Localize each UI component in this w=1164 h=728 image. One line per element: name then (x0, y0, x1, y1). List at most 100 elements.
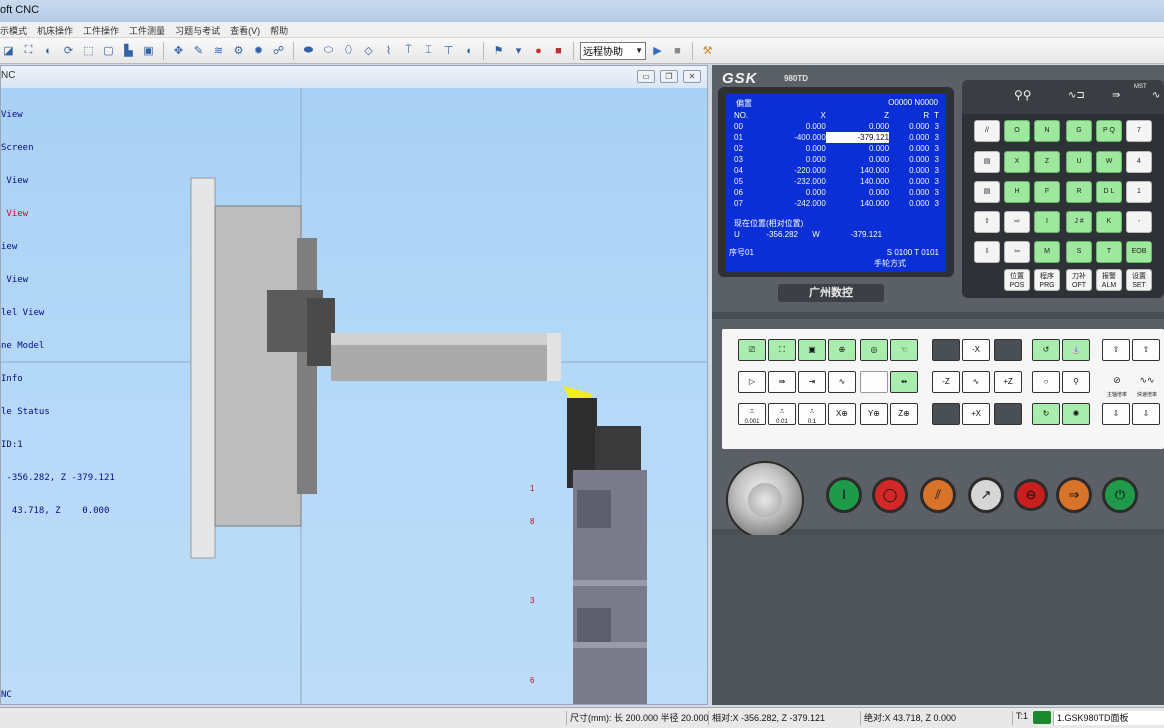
spindle-down-icon[interactable]: ⇩ (1102, 403, 1130, 425)
step-01-button[interactable]: ⎍ 0.1 (798, 403, 826, 425)
tool-shape-icon[interactable]: ⬬ (300, 42, 317, 59)
insert-icon[interactable]: ▤ (974, 151, 1000, 173)
tool-shape-icon[interactable]: ◖ (460, 42, 477, 59)
chart-icon[interactable]: ▙ (120, 42, 137, 59)
single-block-icon[interactable]: ▷ (738, 371, 766, 393)
chevron-down-icon[interactable]: ▾ (510, 42, 527, 59)
menu-item[interactable]: 示模式 (0, 24, 27, 37)
down-arrow-icon[interactable]: ⇩ (974, 241, 1000, 263)
menu-item[interactable]: 帮助 (270, 24, 288, 37)
jog-minus-z[interactable]: -Z (932, 371, 960, 393)
prg-key[interactable]: 程序 PRG (1034, 269, 1060, 291)
step-0001-button[interactable]: ⎍ 0.001 (738, 403, 766, 425)
mdi-mode-icon[interactable]: ▣ (798, 339, 826, 361)
window-icon[interactable]: ▢ (100, 42, 117, 59)
probe-icon[interactable]: ☍ (270, 42, 287, 59)
tool-shape-icon[interactable]: ⊤ (440, 42, 457, 59)
key-4[interactable]: 4 (1126, 151, 1152, 173)
mst-lock-icon[interactable]: ∿ (828, 371, 856, 393)
key-w[interactable]: W (1096, 151, 1122, 173)
menu-item[interactable]: 工件测量 (129, 24, 165, 37)
3d-viewport[interactable]: View Screen View View iew View lel View … (1, 88, 707, 704)
blank-key[interactable] (994, 403, 1022, 425)
blank-key[interactable] (994, 339, 1022, 361)
key-u[interactable]: U (1066, 151, 1092, 173)
key-k[interactable]: K (1096, 211, 1122, 233)
play-icon[interactable]: ▶ (649, 42, 666, 59)
rotate-icon[interactable]: ◐ (40, 42, 57, 59)
restore-button[interactable]: ❐ (660, 70, 678, 83)
tool-change-icon[interactable]: ⚲ (1062, 371, 1090, 393)
blank-key[interactable] (860, 371, 888, 393)
key-z[interactable]: Z (1034, 151, 1060, 173)
stop-gray-icon[interactable]: ■ (669, 42, 686, 59)
tool-icon[interactable]: ⚙ (230, 42, 247, 59)
menu-item[interactable]: 机床操作 (37, 24, 73, 37)
tool-shape-icon[interactable]: ⌇ (380, 42, 397, 59)
cycle-start-button[interactable]: Ⅰ (826, 477, 862, 513)
close-button[interactable]: ✕ (683, 70, 701, 83)
jog-mode-icon[interactable]: ☜ (890, 339, 918, 361)
key-m[interactable]: M (1034, 241, 1060, 263)
measure-icon[interactable]: ✥ (170, 42, 187, 59)
select-icon[interactable]: ⬚ (80, 42, 97, 59)
blank-key[interactable] (932, 339, 960, 361)
spindle-up-icon[interactable]: ⇧ (1102, 339, 1130, 361)
tool-shape-icon[interactable]: ⬭ (320, 42, 337, 59)
menu-item[interactable]: 习题与考试 (175, 24, 220, 37)
key-pq[interactable]: P Q (1096, 120, 1122, 142)
feed-hold-button[interactable]: ◯ (872, 477, 908, 513)
key-dl[interactable]: D L (1096, 181, 1122, 203)
sun-icon[interactable]: ✹ (250, 42, 267, 59)
coolant-icon[interactable]: ≋ (210, 42, 227, 59)
gauge-button[interactable]: ↗ (968, 477, 1004, 513)
auto-mode-icon[interactable]: ⛶ (768, 339, 796, 361)
handwheel-knob[interactable] (726, 461, 804, 539)
rapid-down-icon[interactable]: ⇩ (1132, 403, 1160, 425)
key-o[interactable]: O (1004, 120, 1030, 142)
key-minus[interactable]: - (1126, 211, 1152, 233)
program-button[interactable]: ⇒ (1056, 477, 1092, 513)
handwheel-mode-icon[interactable]: ◎ (860, 339, 888, 361)
status-panel[interactable]: 1.GSK980TD面板 (1053, 711, 1164, 725)
jog-plus-z[interactable]: +Z (994, 371, 1022, 393)
tool-shape-icon[interactable]: ⌶ (420, 42, 437, 59)
z-axis-button[interactable]: Z⊕ (890, 403, 918, 425)
dropdown-tool-icon[interactable]: ⚑ (490, 42, 507, 59)
key-1[interactable]: 1 (1126, 181, 1152, 203)
pos-key[interactable]: 位置 POS (1004, 269, 1030, 291)
key-i[interactable]: I (1034, 211, 1060, 233)
alm-key[interactable]: 报警 ALM (1096, 269, 1122, 291)
step-001-button[interactable]: ⎍ 0.01 (768, 403, 796, 425)
key-r[interactable]: R (1066, 181, 1092, 203)
key-h[interactable]: H (1004, 181, 1030, 203)
record-icon[interactable]: ● (530, 42, 547, 59)
lube-icon[interactable]: ✺ (1062, 403, 1090, 425)
spindle-ccw-icon[interactable]: ↺ (1032, 339, 1060, 361)
minimize-button[interactable]: ▭ (637, 70, 655, 83)
spindle-cw-icon[interactable]: ↻ (1032, 403, 1060, 425)
refresh-icon[interactable]: ⟳ (60, 42, 77, 59)
tool-shape-icon[interactable]: ⍑ (400, 42, 417, 59)
key-t[interactable]: T (1096, 241, 1122, 263)
menu-item[interactable]: 查看(V) (230, 24, 260, 37)
stop-icon[interactable]: ■ (550, 42, 567, 59)
key-eob[interactable]: EOB (1126, 241, 1152, 263)
zero-return-icon[interactable]: ⊕ (828, 339, 856, 361)
oft-key[interactable]: 刀补 OFT (1066, 269, 1092, 291)
key-s[interactable]: S (1066, 241, 1092, 263)
rapid-up-icon[interactable]: ⇧ (1132, 339, 1160, 361)
left-arrow-icon[interactable]: ⇦ (1004, 241, 1030, 263)
skip-icon[interactable]: ⇛ (768, 371, 796, 393)
pen-icon[interactable]: ✎ (190, 42, 207, 59)
set-key[interactable]: 设置 SET (1126, 269, 1152, 291)
rapid-icon[interactable]: ∿ (962, 371, 990, 393)
jog-plus-x[interactable]: +X (962, 403, 990, 425)
mode-select[interactable]: 远程协助 ▼ (580, 41, 646, 60)
reset-key[interactable]: // (974, 120, 1000, 142)
emergency-stop-button[interactable]: ⊖ (1014, 479, 1048, 511)
dry-run-icon[interactable]: ⇥ (798, 371, 826, 393)
key-x[interactable]: X (1004, 151, 1030, 173)
key-g[interactable]: G (1066, 120, 1092, 142)
settings-icon[interactable]: ⚒ (699, 42, 716, 59)
